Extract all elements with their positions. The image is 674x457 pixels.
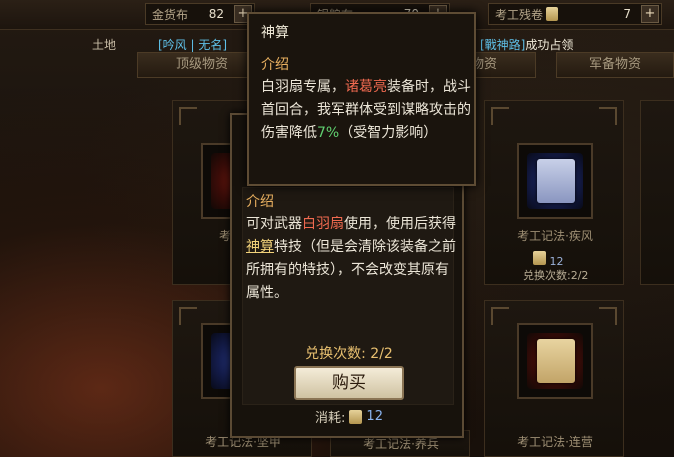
tooltip-intro-label: 介绍 [261, 57, 289, 73]
tooltip-text: 白羽扇专属， [261, 79, 345, 95]
item-name: 考工记法·连营 [517, 435, 593, 449]
buy-button[interactable]: 购买 [294, 366, 404, 400]
broadcast-suffix: 成功占领 [525, 37, 574, 52]
skill-tooltip: 神算 介绍 白羽扇专属，诸葛亮装备时，战斗首回合，我军群体受到谋略攻击的伤害降低… [247, 12, 476, 186]
desc-text: 使用，使用后获得 [344, 216, 456, 232]
add-exam-button[interactable]: + [641, 5, 659, 23]
desc-text: 可对武器 [246, 216, 302, 232]
consume-cost: 消耗: 12 [232, 407, 466, 426]
tooltip-description: 白羽扇专属，诸葛亮装备时，战斗首回合，我军群体受到谋略攻击的伤害降低7%（受智力… [261, 76, 471, 145]
consume-value: 12 [366, 409, 383, 424]
broadcast-message: [吟风 | 无名] [158, 37, 228, 52]
desc-text: 特技（但是会清除该装备之前所拥有的特技），不会改变其原有属性。 [246, 239, 456, 301]
exam-scroll-currency: 考工残卷 7 + [488, 3, 662, 25]
item-exchange-count: 兑换次数:2/2 [523, 269, 589, 282]
gold-currency: 金货布 82 + [145, 3, 255, 25]
scroll-icon [349, 409, 363, 424]
intro-label: 介绍 [246, 194, 274, 210]
broadcast-message-2: [戰神路]成功占领 [480, 36, 573, 53]
scroll-item-icon [537, 339, 575, 383]
item-cost: 12 [533, 251, 564, 268]
item-description: 可对武器白羽扇使用，使用后获得神算特技（但是会清除该装备之前所拥有的特技），不会… [246, 213, 460, 305]
broadcast-alliance: [戰神路] [480, 37, 526, 52]
gold-label: 金货布 [152, 7, 189, 22]
ornament [179, 307, 197, 325]
exam-value: 7 [623, 7, 631, 21]
tooltip-percent: 7% [317, 125, 340, 141]
item-name: 考工记法·疾风 [517, 229, 593, 243]
ornament [491, 107, 509, 125]
tooltip-text: （受智力影响） [339, 125, 438, 141]
tooltip-general-name: 诸葛亮 [345, 79, 387, 95]
exam-label: 考工残卷 [495, 7, 544, 22]
gold-value: 82 [208, 7, 224, 21]
scroll-icon [533, 251, 546, 265]
ornament [599, 307, 617, 325]
ornament [179, 107, 197, 125]
item-card-partial[interactable] [640, 100, 674, 285]
tab-military-supplies[interactable]: 军备物资 [556, 52, 674, 78]
item-card[interactable]: 考工记法·连营 [484, 300, 624, 457]
item-slot[interactable] [517, 323, 593, 399]
desc-weapon-name: 白羽扇 [302, 216, 344, 232]
item-slot[interactable] [517, 143, 593, 219]
tooltip-title: 神算 [261, 25, 289, 41]
item-card[interactable]: 考工记法·疾风 12 兑换次数:2/2 [484, 100, 624, 285]
scroll-icon [546, 7, 559, 21]
ornament [491, 307, 509, 325]
broadcast-land: 土地 [92, 37, 117, 52]
consume-label: 消耗: [315, 411, 346, 426]
scroll-item-icon [537, 159, 575, 203]
desc-skill-name: 神算 [246, 239, 274, 255]
exchange-count: 兑换次数: 2/2 [305, 346, 393, 362]
ornament [599, 107, 617, 125]
